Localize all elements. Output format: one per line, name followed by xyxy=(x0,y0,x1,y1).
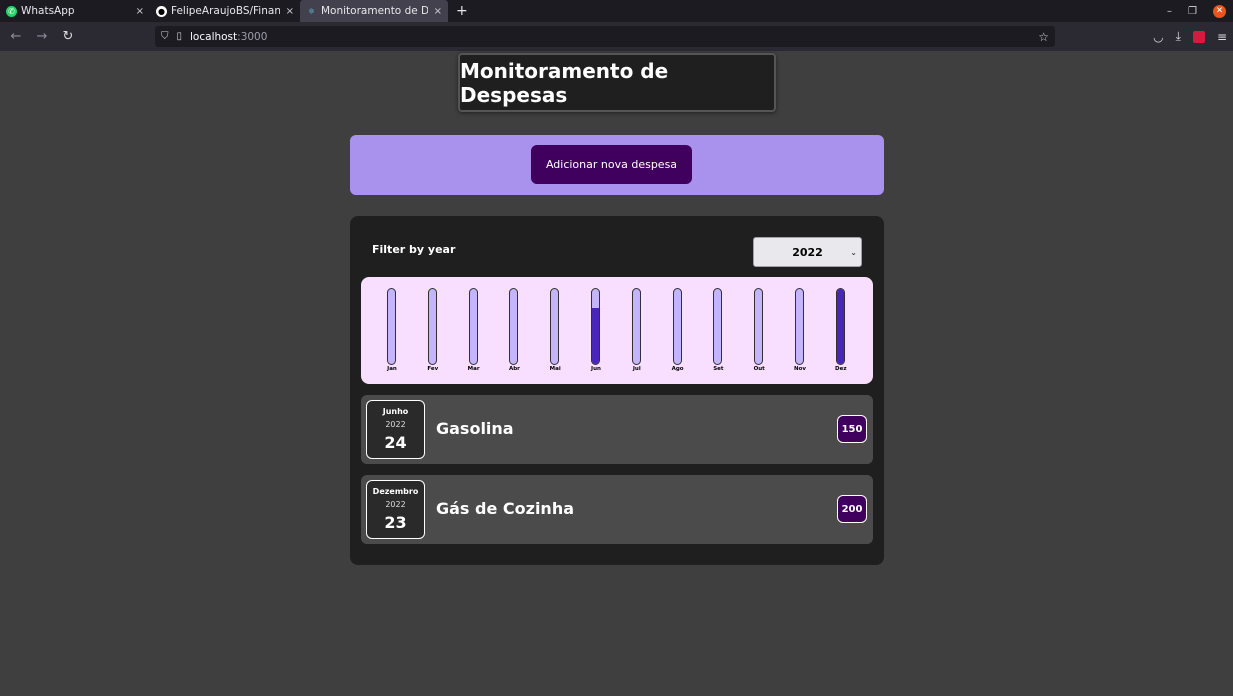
expense-date: Dezembro 2022 23 xyxy=(366,480,425,539)
forward-icon[interactable]: → xyxy=(30,29,54,44)
bookmark-star-icon[interactable]: ☆ xyxy=(1038,30,1049,44)
url-host: localhost xyxy=(190,30,238,43)
pocket-icon[interactable]: ◡ xyxy=(1153,30,1163,44)
chart-bar-track xyxy=(468,288,478,365)
chart-bar-jun: Jun xyxy=(586,288,606,373)
chart-bar-track xyxy=(835,288,845,365)
page-icon: ▯ xyxy=(176,31,183,42)
tab-whatsapp[interactable]: ✆ WhatsApp × xyxy=(0,0,150,22)
expense-amount: 150 xyxy=(837,415,867,443)
tab-monitoramento[interactable]: ⚛ Monitoramento de Despesas × xyxy=(300,0,448,22)
window-close-icon[interactable]: ✕ xyxy=(1213,4,1226,18)
browser-tab-bar: ✆ WhatsApp × ● FelipeAraujoBS/Finances ×… xyxy=(0,0,1233,22)
window-controls: – ❐ ✕ xyxy=(1159,0,1233,22)
chart-bar-ago: Ago xyxy=(668,288,688,373)
chart-bar-out: Out xyxy=(749,288,769,373)
chart-bar-label: Mar xyxy=(467,366,480,372)
chart-bar-track xyxy=(754,288,764,365)
chart-bar-track xyxy=(509,288,519,365)
chart-bar-fill xyxy=(836,289,844,364)
chart-bar-fill xyxy=(592,307,599,364)
expense-date: Junho 2022 24 xyxy=(366,400,425,459)
new-tab-button[interactable]: + xyxy=(456,3,468,19)
close-icon[interactable]: × xyxy=(286,6,294,17)
chart-bar-nov: Nov xyxy=(790,288,810,373)
tab-title: FelipeAraujoBS/Finances xyxy=(171,5,280,17)
chart-bar-label: Jan xyxy=(387,366,397,372)
chart-bar-track xyxy=(672,288,682,365)
minimize-icon[interactable]: – xyxy=(1167,6,1172,17)
filter-label: Filter by year xyxy=(372,243,456,256)
chart-bar-jan: Jan xyxy=(382,288,402,373)
chart-bar-label: Nov xyxy=(794,366,806,372)
expenses-chart: Jan Fev Mar Abr Mai Jun Jul Ago Set Out Nov Dez xyxy=(361,277,873,384)
chart-bar-mar: Mar xyxy=(464,288,484,373)
expense-title: Gasolina xyxy=(436,419,514,438)
year-select[interactable]: 2022 ⌄ xyxy=(753,237,862,267)
year-select-value: 2022 xyxy=(792,245,823,259)
chart-bar-jul: Jul xyxy=(627,288,647,373)
menu-icon[interactable]: ≡ xyxy=(1217,30,1227,44)
expense-year: 2022 xyxy=(385,500,406,509)
page-title-box: Monitoramento de Despesas xyxy=(458,53,776,112)
restore-icon[interactable]: ❐ xyxy=(1188,6,1197,17)
chart-bar-label: Set xyxy=(713,366,724,372)
chart-bar-label: Jun xyxy=(591,366,601,372)
chart-bar-track xyxy=(427,288,437,365)
chart-bar-fev: Fev xyxy=(423,288,443,373)
expense-amount: 200 xyxy=(837,495,867,523)
expense-title: Gás de Cozinha xyxy=(436,499,575,518)
react-icon: ⚛ xyxy=(307,6,316,16)
github-icon: ● xyxy=(156,5,167,17)
chart-bar-label: Out xyxy=(753,366,765,372)
add-expense-button[interactable]: Adicionar nova despesa xyxy=(531,145,692,184)
url-bar[interactable]: ⛉ ▯ localhost :3000 ☆ xyxy=(155,26,1055,47)
chart-bar-abr: Abr xyxy=(504,288,524,373)
chart-bar-label: Mai xyxy=(549,366,561,372)
expense-day: 24 xyxy=(384,433,407,452)
chart-bar-track xyxy=(631,288,641,365)
chart-bar-track xyxy=(550,288,560,365)
chart-bar-track xyxy=(591,288,600,365)
chart-bar-track xyxy=(713,288,723,365)
chart-bar-track xyxy=(795,288,804,365)
whatsapp-icon: ✆ xyxy=(6,5,17,17)
browser-nav-bar: ← → ↻ ⛉ ▯ localhost :3000 ☆ ◡ ⤓ ≡ xyxy=(0,22,1233,51)
expense-month: Junho xyxy=(382,407,409,416)
chart-bar-set: Set xyxy=(708,288,728,373)
new-expense-panel: Adicionar nova despesa xyxy=(350,135,884,195)
chart-bar-dez: Dez xyxy=(831,288,851,373)
tab-github[interactable]: ● FelipeAraujoBS/Finances × xyxy=(150,0,300,22)
chart-bar-label: Dez xyxy=(835,366,847,372)
expense-year: 2022 xyxy=(385,420,406,429)
tab-title: Monitoramento de Despesas xyxy=(321,5,428,17)
url-port: :3000 xyxy=(237,30,268,43)
download-icon[interactable]: ⤓ xyxy=(1176,29,1181,44)
chart-bar-track xyxy=(387,288,396,365)
close-icon[interactable]: × xyxy=(136,6,144,17)
toolbar-right: ◡ ⤓ ≡ xyxy=(1141,22,1227,51)
reload-icon[interactable]: ↻ xyxy=(56,29,80,44)
chevron-down-icon: ⌄ xyxy=(850,247,857,257)
expenses-card: Filter by year 2022 ⌄ Jan Fev Mar Abr Mai Jun… xyxy=(350,216,884,565)
expense-item: Junho 2022 24 Gasolina 150 xyxy=(361,395,873,464)
shield-icon[interactable]: ⛉ xyxy=(161,31,169,42)
chart-bar-label: Fev xyxy=(427,366,439,372)
tab-title: WhatsApp xyxy=(21,5,75,17)
page-title: Monitoramento de Despesas xyxy=(460,58,669,107)
chart-bar-mai: Mai xyxy=(545,288,565,373)
expense-day: 23 xyxy=(384,513,407,532)
extension-icon[interactable] xyxy=(1192,30,1205,43)
back-icon[interactable]: ← xyxy=(4,29,28,44)
chart-bar-label: Abr xyxy=(508,366,520,372)
chart-bar-label: Jul xyxy=(632,366,641,372)
expense-item: Dezembro 2022 23 Gás de Cozinha 200 xyxy=(361,475,873,544)
chart-bar-label: Ago xyxy=(671,366,684,372)
close-icon[interactable]: × xyxy=(434,6,442,17)
expense-month: Dezembro xyxy=(372,487,419,496)
